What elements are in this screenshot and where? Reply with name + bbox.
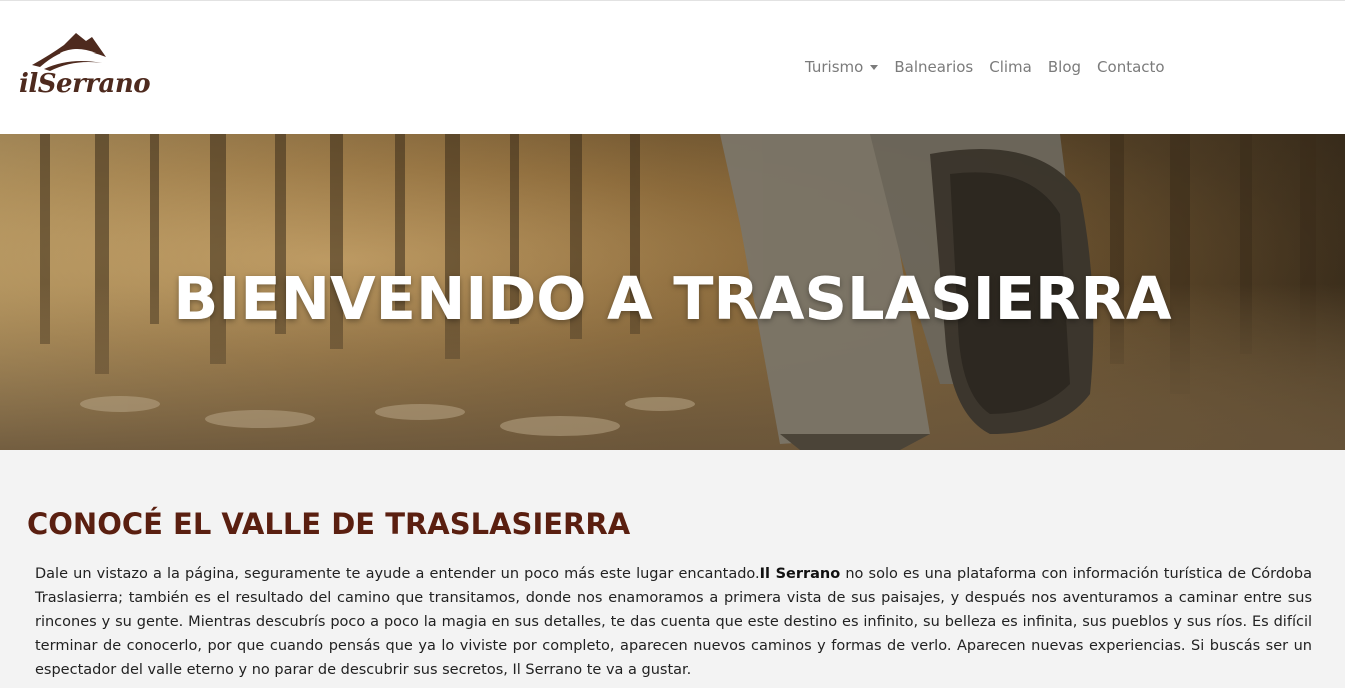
hero-title: BIENVENIDO A TRASLASIERRA [173,264,1172,333]
nav-blog[interactable]: Blog [1048,58,1081,76]
nav-contacto[interactable]: Contacto [1097,58,1165,76]
main-nav: Turismo Balnearios Clima Blog Contacto [805,58,1181,76]
intro-paragraph: Dale un vistazo a la página, seguramente… [35,562,1312,682]
hero-banner: BIENVENIDO A TRASLASIERRA [0,134,1345,450]
intro-text-after: no solo es una plataforma con informació… [35,566,1313,678]
brand-name: ilSerrano [19,69,151,99]
section-title: CONOCÉ EL VALLE DE TRASLASIERRA [27,507,631,541]
navbar: ilSerrano Turismo Balnearios Clima Blog … [0,0,1345,134]
nav-turismo-label: Turismo [805,58,864,76]
mountain-logo-icon [32,33,106,71]
nav-balnearios[interactable]: Balnearios [894,58,973,76]
chevron-down-icon [870,64,879,70]
nav-clima[interactable]: Clima [989,58,1032,76]
nav-turismo[interactable]: Turismo [805,58,879,76]
intro-text-before: Dale un vistazo a la página, seguramente… [35,566,760,582]
intro-brand-bold: Il Serrano [759,566,841,582]
brand-logo[interactable]: ilSerrano [16,27,151,107]
